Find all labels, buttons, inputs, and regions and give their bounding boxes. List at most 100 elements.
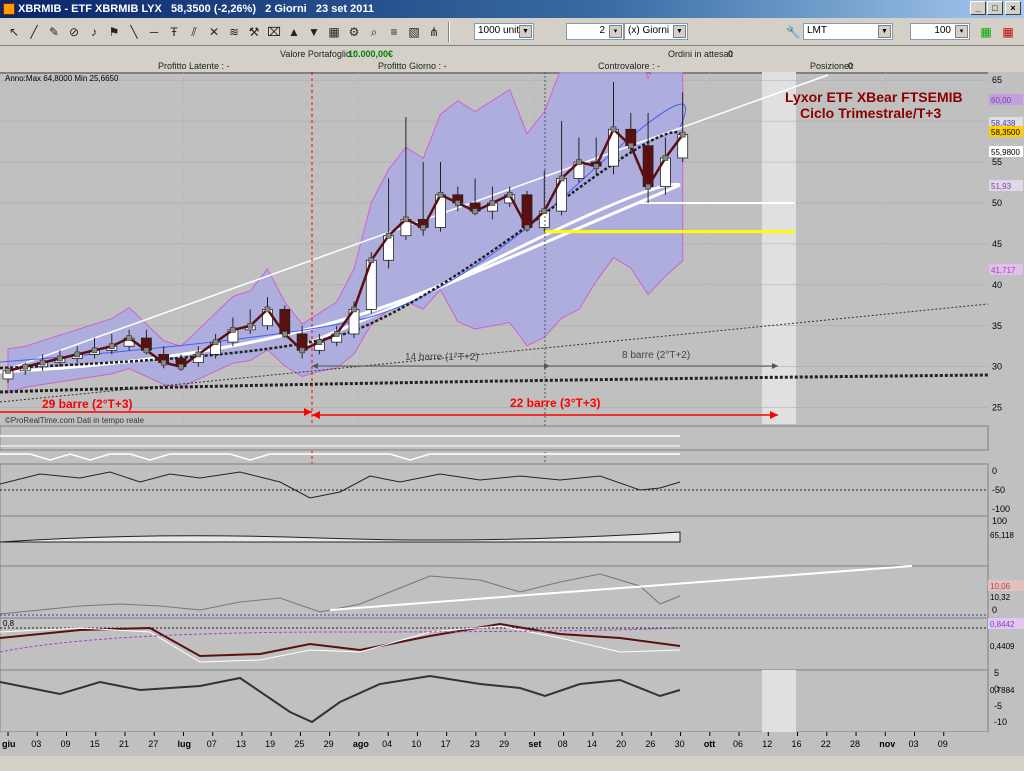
portfolio-value: 10.000,00€	[348, 49, 394, 59]
portfolio-bar: Valore Portafoglio : 10.000,00€ Ordini i…	[0, 46, 1024, 72]
fan-icon[interactable]: ⋔	[424, 22, 444, 42]
portfolio-label: Valore Portafoglio :	[280, 49, 356, 59]
close-marker	[627, 142, 634, 149]
chevron-down-icon[interactable]: ▼	[519, 25, 532, 38]
close-marker	[489, 200, 496, 206]
ruler-icon[interactable]: ⊘	[64, 22, 84, 42]
p2-label-2: -100	[992, 504, 1010, 514]
close-marker	[333, 331, 340, 337]
close-marker	[403, 216, 409, 223]
close-marker	[5, 367, 11, 374]
sell-icon[interactable]: ▦	[998, 22, 1018, 42]
time-tick-label: lug	[177, 739, 191, 749]
order-type-select[interactable]: LMT ▼	[803, 23, 893, 40]
stepper-icon[interactable]: ▾	[955, 25, 968, 38]
time-tick-label: nov	[879, 739, 895, 749]
stepper-icon[interactable]: ▾	[609, 25, 622, 38]
price-tick-label: 65	[992, 75, 1002, 85]
price-tick-label: 35	[992, 321, 1002, 331]
chart-header: Anno:Max 64,8000 Min 25,6650	[5, 74, 119, 83]
quantity-value: 1000 unità	[478, 25, 525, 36]
close-marker	[368, 257, 375, 264]
hline-icon[interactable]: ─	[144, 22, 164, 42]
cross-icon[interactable]: ✕	[204, 22, 224, 42]
fibonacci-icon[interactable]: ⚑	[104, 22, 124, 42]
close-marker	[524, 224, 530, 231]
close-marker	[472, 208, 478, 214]
grid-icon[interactable]: ▦	[324, 22, 344, 42]
panel-4	[0, 565, 989, 619]
magnify-icon[interactable]: ⌕	[364, 22, 384, 42]
order-type: LMT	[807, 25, 827, 36]
period-unit-select[interactable]: (x) Giorni ▼	[624, 23, 688, 40]
price-tick-label: 55	[992, 157, 1002, 167]
trash-icon[interactable]: ⌧	[264, 22, 284, 42]
label-29-bars: 29 barre (2°T+3)	[42, 397, 133, 411]
p2-label-0: 0	[992, 466, 997, 476]
time-tick-label: 15	[90, 739, 100, 749]
badge-mid-value: 55,9800	[991, 148, 1020, 157]
time-tick-label: 17	[441, 739, 451, 749]
maximize-button[interactable]: □	[987, 1, 1003, 15]
price-tick-label: 30	[992, 362, 1002, 372]
future-zone-band	[762, 72, 796, 424]
close-marker	[541, 208, 548, 214]
p3-label-0: 100	[992, 516, 1007, 526]
quantity-select[interactable]: 1000 unità ▼	[474, 23, 534, 40]
arrow-up-icon[interactable]: ▲	[284, 22, 304, 42]
close-marker	[247, 322, 253, 329]
close-marker	[195, 351, 202, 358]
badge-last-value: 58,3500	[991, 128, 1020, 137]
diagonal-icon[interactable]: ╲	[124, 22, 144, 42]
arrow-down-icon[interactable]: ▼	[304, 22, 324, 42]
lines-icon[interactable]: ≡	[384, 22, 404, 42]
close-marker	[351, 306, 357, 313]
close-marker	[109, 343, 115, 350]
wrench-icon[interactable]: 🔧	[783, 22, 803, 42]
cursor-icon[interactable]: ↖	[4, 22, 24, 42]
close-button[interactable]: ×	[1005, 1, 1021, 15]
time-tick-label: 26	[645, 739, 655, 749]
close-marker	[22, 363, 29, 370]
chevron-down-icon[interactable]: ▼	[878, 25, 891, 38]
chart-svg[interactable]: 29 barre (2°T+3) 22 barre (3°T+3) 14 bar…	[0, 0, 1024, 768]
p3-label-1: 65,118	[990, 531, 1014, 540]
time-tick-label: 03	[31, 739, 41, 749]
p5-zero: 0,8	[3, 619, 15, 628]
p2-label-1: -50	[992, 485, 1005, 495]
line-icon[interactable]: ╱	[24, 22, 44, 42]
time-tick-label: 23	[470, 739, 480, 749]
chevron-down-icon[interactable]: ▼	[673, 25, 686, 38]
chart-area[interactable]: 29 barre (2°T+3) 22 barre (3°T+3) 14 bar…	[0, 0, 1024, 768]
watermark: ©ProRealTime.com Dati in tempo reale	[5, 416, 145, 425]
pencil-icon[interactable]: ✎	[44, 22, 64, 42]
close-marker	[437, 191, 444, 198]
order-qty-field[interactable]: 100 ▾	[910, 23, 970, 40]
time-tick-label: set	[528, 739, 541, 749]
period-value-field[interactable]: 2 ▾	[566, 23, 624, 40]
time-tick-label: 13	[236, 739, 246, 749]
hatch-icon[interactable]: ▧	[404, 22, 424, 42]
close-marker	[160, 359, 167, 366]
minimize-button[interactable]: _	[970, 1, 986, 15]
p6-label-3: -5	[994, 701, 1002, 711]
chart-title-line1: Lyxor ETF XBear FTSEMIB	[785, 89, 963, 105]
text-icon[interactable]: Ŧ	[164, 22, 184, 42]
close-marker	[645, 183, 651, 190]
settings-icon[interactable]: ⚙	[344, 22, 364, 42]
bell-icon[interactable]: ♪	[84, 22, 104, 42]
zigzag-icon[interactable]: ≋	[224, 22, 244, 42]
hammer-icon[interactable]: ⚒	[244, 22, 264, 42]
scrollbar[interactable]	[0, 756, 1024, 768]
p6-label-1: 5	[994, 668, 999, 678]
close-marker	[506, 191, 513, 198]
chart-title-line2: Ciclo Trimestrale/T+3	[800, 105, 941, 121]
buy-icon[interactable]: ▦	[976, 22, 996, 42]
time-tick-label: 09	[938, 739, 948, 749]
time-tick-label: 30	[675, 739, 685, 749]
time-tick-label: 27	[148, 739, 158, 749]
channel-icon[interactable]: ⫽	[184, 22, 204, 42]
close-marker	[74, 351, 80, 358]
badge-lower-value: 51,93	[991, 182, 1012, 191]
close-marker	[212, 339, 219, 345]
